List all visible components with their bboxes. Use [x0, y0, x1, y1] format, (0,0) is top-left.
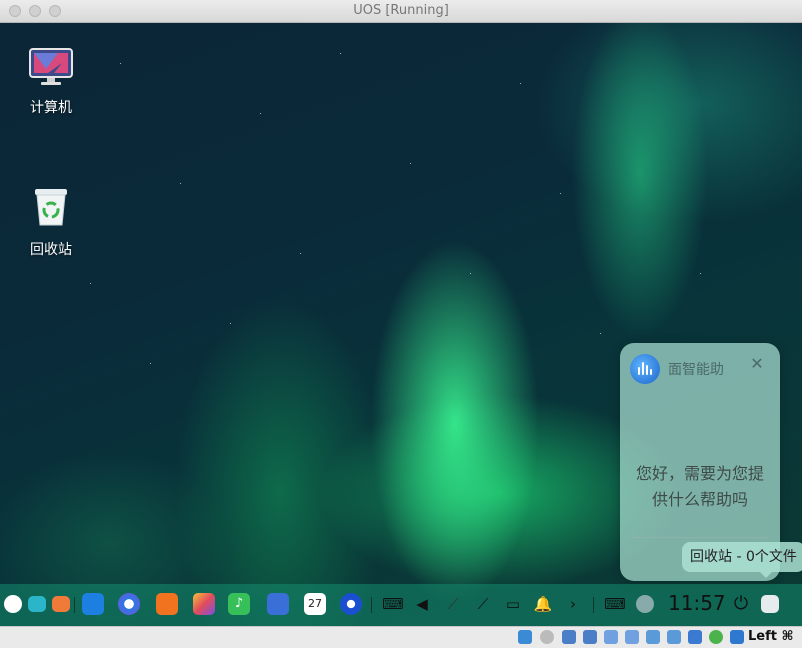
calendar-icon[interactable]: 27	[304, 593, 326, 615]
host-key-label: Left ⌘	[748, 629, 794, 644]
expand-arrow-icon[interactable]: ›	[562, 593, 584, 615]
image-viewer-icon[interactable]	[193, 593, 215, 615]
dock-separator	[74, 597, 75, 613]
window-title: UOS [Running]	[353, 3, 449, 18]
network-off-icon[interactable]: ⟋	[442, 593, 464, 615]
display-icon[interactable]	[646, 630, 660, 644]
battery-icon[interactable]: ▭	[502, 593, 524, 615]
mouse-integration-icon[interactable]	[709, 630, 723, 644]
desktop-icon-label: 回收站	[30, 242, 72, 258]
notification-bell-icon[interactable]: 🔔	[532, 593, 554, 615]
dock-separator	[371, 597, 372, 613]
desktop-icon-trash[interactable]: 回收站	[6, 185, 96, 259]
power-icon[interactable]: ⏻	[730, 593, 752, 615]
usb-icon[interactable]	[604, 630, 618, 644]
optical-drive-icon[interactable]	[540, 630, 554, 644]
input-method-icon[interactable]: ⌨	[604, 593, 626, 615]
volume-icon[interactable]: ◀	[411, 593, 433, 615]
window-titlebar: UOS [Running]	[0, 0, 802, 23]
desktop[interactable]: 计算机 回收站 面智能助 ✕ 您好，需要为您提供什么帮助吗 回收站 - 0个文件…	[0, 23, 802, 626]
desktop-icon-label: 计算机	[30, 100, 72, 116]
close-icon[interactable]: ✕	[748, 355, 766, 373]
shared-folder-icon[interactable]	[625, 630, 639, 644]
desktop-icon-computer[interactable]: 计算机	[6, 47, 96, 117]
network-adapter-icon[interactable]	[583, 630, 597, 644]
clock[interactable]: 11:57	[668, 591, 726, 615]
dock-trash-icon[interactable]	[761, 595, 779, 613]
file-manager-icon[interactable]	[82, 593, 104, 615]
network-icon[interactable]: ⟋	[472, 593, 494, 615]
assistant-icon[interactable]	[636, 595, 654, 613]
app-store-icon[interactable]	[52, 596, 70, 612]
multitask-icon[interactable]	[28, 596, 46, 612]
browser-icon[interactable]	[118, 593, 140, 615]
settings-icon[interactable]	[340, 593, 362, 615]
assistant-divider	[632, 537, 768, 538]
computer-icon	[29, 48, 73, 85]
assistant-title: 面智能助	[668, 362, 724, 378]
download-icon[interactable]	[730, 630, 744, 644]
music-icon[interactable]: ♪	[228, 593, 250, 615]
document-viewer-icon[interactable]	[267, 593, 289, 615]
assistant-message: 您好，需要为您提供什么帮助吗	[636, 464, 765, 509]
music-player-icon[interactable]	[156, 593, 178, 615]
keyboard-icon[interactable]: ⌨	[382, 593, 404, 615]
audio-icon[interactable]	[562, 630, 576, 644]
recording-icon[interactable]	[667, 630, 681, 644]
dock-separator	[593, 597, 594, 613]
assistant-logo-icon	[630, 354, 660, 384]
capture-icon[interactable]	[688, 630, 702, 644]
dock: ♪ 27 ⌨ ◀ ⟋ ⟋ ▭ 🔔 › ⌨ 11:57 ⏻	[0, 584, 802, 626]
trash-icon	[35, 189, 67, 226]
disk-icon[interactable]	[518, 630, 532, 644]
launcher-icon[interactable]	[4, 595, 22, 613]
vm-statusbar: Left ⌘	[0, 626, 802, 648]
trash-tooltip: 回收站 - 0个文件	[682, 542, 802, 578]
